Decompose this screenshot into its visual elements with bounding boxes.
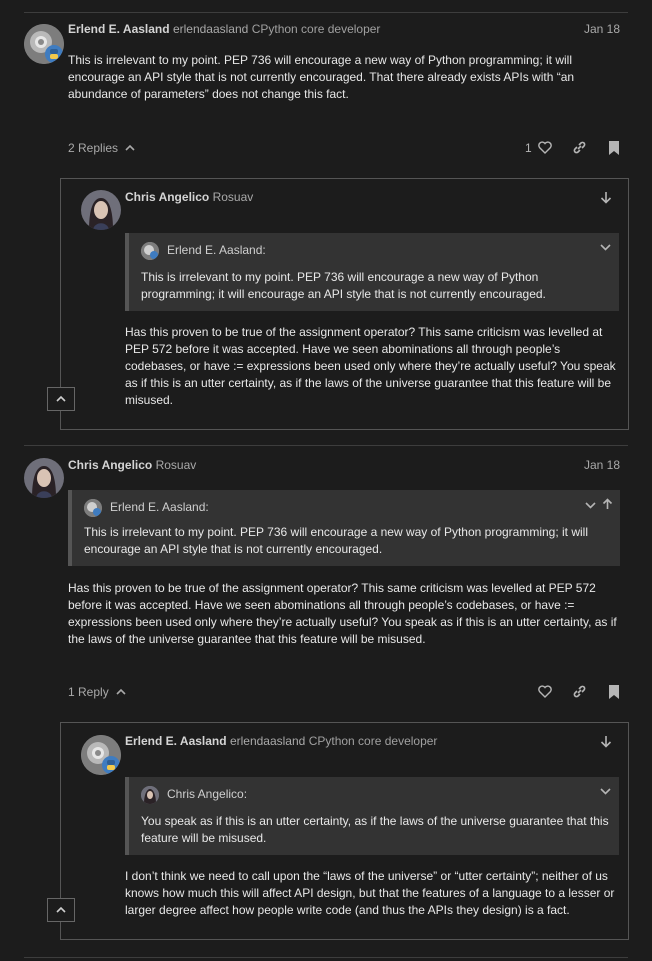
post-1-meta: Erlend E. Aasland erlendaasland CPython …: [68, 22, 380, 36]
heart-icon[interactable]: [538, 685, 552, 698]
quote-avatar: [84, 499, 102, 517]
quote-avatar: [141, 242, 159, 260]
embedded-body: I don’t think we need to call upon the “…: [125, 869, 615, 917]
author-name[interactable]: Chris Angelico: [125, 190, 209, 204]
embedded-meta: Erlend E. Aasland erlendaasland CPython …: [125, 734, 437, 748]
author-name[interactable]: Erlend E. Aasland: [68, 22, 170, 36]
author-title: CPython core developer: [308, 734, 438, 748]
quote-block: Erlend E. Aasland: This is irrelevant to…: [68, 490, 620, 566]
embedded-body: Has this proven to be true of the assign…: [125, 325, 616, 407]
chevron-up-icon: [56, 906, 66, 913]
chevron-up-icon: [56, 395, 66, 402]
post-2-meta: Chris Angelico Rosuav: [68, 458, 196, 472]
quote-text: This is irrelevant to my point. PEP 736 …: [84, 525, 589, 556]
chevron-up-icon: [116, 688, 126, 695]
quote-header[interactable]: Erlend E. Aasland:: [141, 242, 266, 260]
gear-avatar-icon: [141, 242, 159, 260]
collapse-embedded-button[interactable]: [47, 898, 75, 922]
author-handle[interactable]: erlendaasland: [173, 22, 248, 36]
portrait-avatar-icon: [24, 458, 64, 498]
arrow-up-icon[interactable]: [602, 498, 613, 510]
arrow-down-icon[interactable]: [600, 735, 612, 748]
quote-author: Erlend E. Aasland:: [110, 500, 209, 515]
author-name[interactable]: Erlend E. Aasland: [125, 734, 227, 748]
quote-text: You speak as if this is an utter certain…: [141, 814, 609, 845]
post-divider: [24, 445, 628, 446]
chevron-down-icon[interactable]: [600, 787, 611, 795]
replies-toggle[interactable]: 2 Replies: [68, 141, 135, 155]
post-body: This is irrelevant to my point. PEP 736 …: [68, 53, 575, 101]
author-handle[interactable]: Rosuav: [213, 190, 254, 204]
avatar-chris[interactable]: [81, 190, 121, 230]
gear-avatar-icon: [84, 499, 102, 517]
bookmark-icon[interactable]: [608, 685, 620, 699]
quote-block: Erlend E. Aasland: This is irrelevant to…: [125, 233, 619, 311]
quote-text: This is irrelevant to my point. PEP 736 …: [141, 270, 546, 301]
author-handle[interactable]: erlendaasland: [230, 734, 305, 748]
author-name[interactable]: Chris Angelico: [68, 458, 152, 472]
post-date[interactable]: Jan 18: [584, 22, 620, 36]
replies-label: 2 Replies: [68, 141, 119, 155]
embedded-reply: Erlend E. Aasland erlendaasland CPython …: [47, 722, 629, 940]
arrow-down-icon[interactable]: [600, 191, 612, 204]
quote-avatar: [141, 786, 159, 804]
like-count: 1: [525, 141, 532, 155]
heart-icon[interactable]: [538, 141, 552, 154]
chevron-up-icon: [125, 144, 135, 151]
avatar-erlend[interactable]: [24, 24, 64, 64]
portrait-avatar-icon: [81, 190, 121, 230]
post-divider-top: [24, 12, 628, 13]
link-icon[interactable]: [572, 684, 587, 699]
gear-avatar-icon: [81, 735, 121, 775]
replies-label: 1 Reply: [68, 685, 109, 699]
link-icon[interactable]: [572, 140, 587, 155]
post-body: Has this proven to be true of the assign…: [68, 581, 617, 646]
chevron-down-icon[interactable]: [585, 501, 596, 509]
embedded-meta: Chris Angelico Rosuav: [125, 190, 253, 204]
post-date[interactable]: Jan 18: [584, 458, 620, 472]
quote-header[interactable]: Chris Angelico:: [141, 786, 247, 804]
quote-block: Chris Angelico: You speak as if this is …: [125, 777, 619, 855]
quote-author: Erlend E. Aasland:: [167, 243, 266, 258]
post-divider-bottom: [24, 957, 628, 958]
avatar-chris[interactable]: [24, 458, 64, 498]
author-handle[interactable]: Rosuav: [156, 458, 197, 472]
collapse-embedded-button[interactable]: [47, 387, 75, 411]
author-title: CPython core developer: [251, 22, 381, 36]
replies-toggle[interactable]: 1 Reply: [68, 685, 126, 699]
avatar-erlend[interactable]: [81, 735, 121, 775]
gear-avatar-icon: [24, 24, 64, 64]
quote-header[interactable]: Erlend E. Aasland:: [84, 499, 209, 517]
bookmark-icon[interactable]: [608, 141, 620, 155]
embedded-reply: Chris Angelico Rosuav Erlend E. Aasland:…: [47, 178, 629, 430]
quote-author: Chris Angelico:: [167, 787, 248, 802]
portrait-avatar-icon: [141, 786, 159, 804]
chevron-down-icon[interactable]: [600, 243, 611, 251]
